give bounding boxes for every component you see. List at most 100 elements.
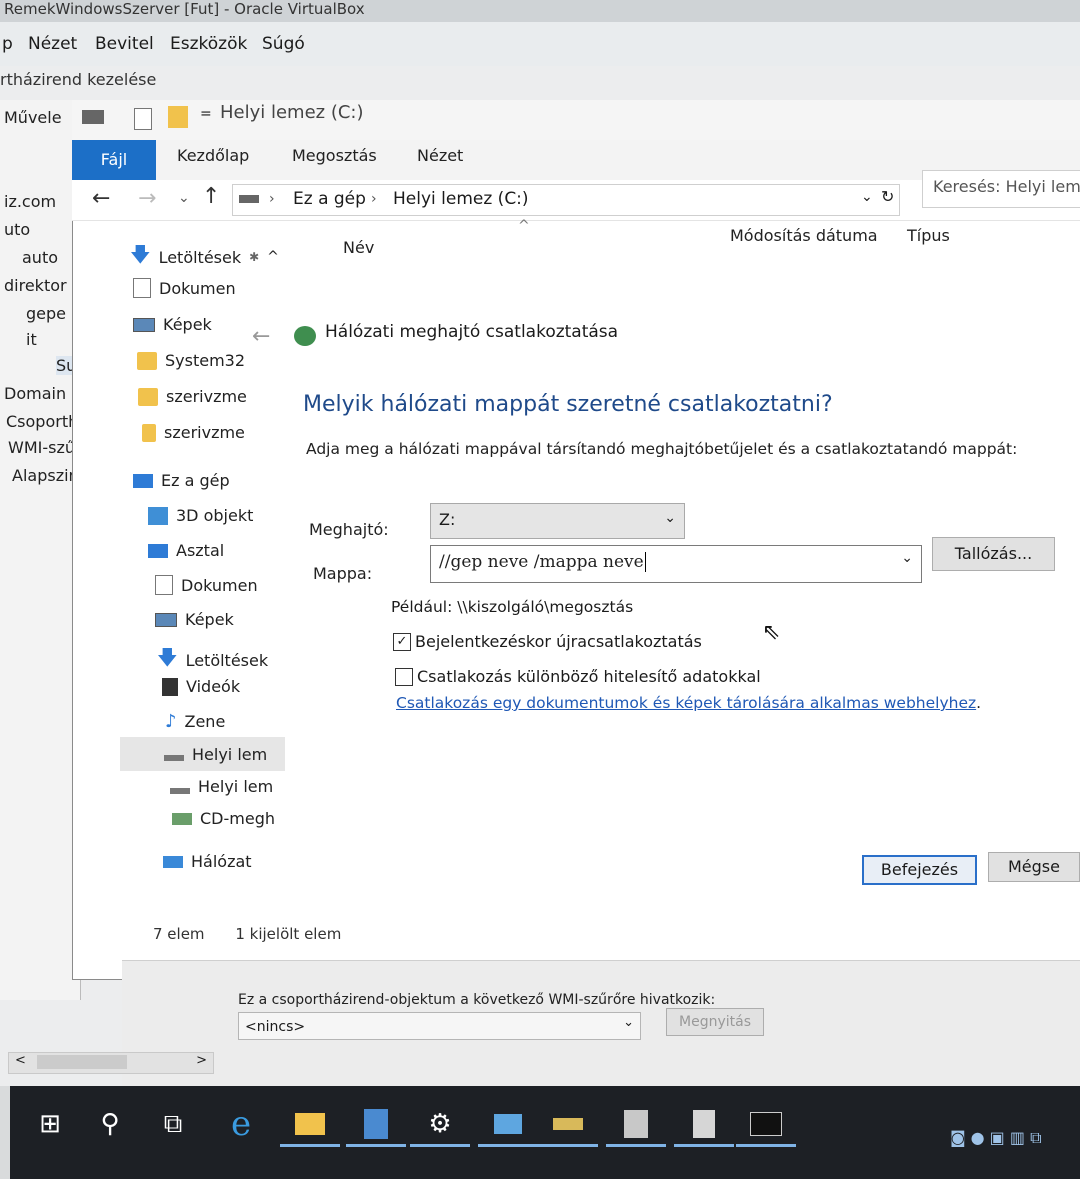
menu-input[interactable]: Bevitel [95,34,154,54]
nav-this-pc[interactable]: Ez a gép [133,471,230,490]
new-folder-icon[interactable] [168,106,188,128]
column-name[interactable]: Név [343,238,374,257]
nav-downloads[interactable]: 🡇 Letöltések ✱ ^ [130,240,279,274]
menu-help[interactable]: Súgó [262,34,305,54]
desktop-icon [148,543,168,558]
column-date[interactable]: Módosítás dátuma [730,226,878,245]
finish-button[interactable]: Befejezés [862,855,977,885]
nav-videos[interactable]: Videók [162,677,240,696]
different-credentials-checkbox[interactable] [395,667,413,686]
nav-local-disk-c-selected[interactable]: Helyi lem [120,737,286,771]
nav-szerivzme[interactable]: szerivzme [142,423,245,442]
internet-explorer-icon[interactable]: e [223,1104,259,1144]
reconnect-option[interactable]: ✓ Bejelentkezéskor újracsatlakoztatás [393,632,702,651]
menu-file[interactable]: p [2,34,13,54]
tab-home[interactable]: Kezdőlap [177,146,249,165]
nav-cd-drive[interactable]: CD-megh [172,809,275,828]
website-link-row: Csatlakozás egy dokumentumok és képek tá… [396,694,982,712]
nav-desktop[interactable]: Asztal [148,541,224,560]
open-button[interactable]: Megnyitás [666,1008,764,1036]
nav-documents[interactable]: Dokumen [133,278,236,298]
server-manager-icon[interactable] [358,1106,394,1142]
search-icon[interactable]: ⚲ [92,1106,128,1142]
nav-szerivzme[interactable]: szerivzme [138,387,247,406]
browse-button[interactable]: Tallózás... [932,537,1055,571]
column-type[interactable]: Típus [907,226,950,245]
recent-dropdown-icon[interactable]: ⌄ [178,190,190,206]
folder-value: //gep neve /mappa neve [439,552,644,572]
menu-devices[interactable]: Eszközök [170,34,247,54]
control-panel-icon[interactable] [490,1106,526,1142]
qat-dropdown-icon[interactable]: = [200,106,212,122]
active-app-indicator [410,1144,470,1147]
nav-system32[interactable]: System32 [137,351,245,370]
computer-icon [133,473,153,488]
horizontal-scrollbar[interactable]: < > [8,1052,214,1074]
nav-network[interactable]: Hálózat [163,852,252,871]
gpme-title: rtházirend kezelése [0,70,157,89]
tree-item[interactable]: Domain [4,384,66,403]
tree-item[interactable]: iz.com [4,192,56,211]
cancel-button[interactable]: Mégse [988,852,1080,882]
tree-item[interactable]: WMI-szű [8,438,75,457]
tab-view[interactable]: Nézet [417,146,463,165]
back-arrow-icon[interactable]: ← [92,186,110,211]
chevron-down-icon: ⌄ [664,510,676,526]
file-explorer-icon[interactable] [292,1106,328,1142]
virtualbox-title: RemekWindowsSzerver [Fut] - Oracle Virtu… [0,0,1080,22]
search-input[interactable]: Keresés: Helyi lem [922,170,1080,208]
refresh-icon[interactable]: ↻ [881,187,894,206]
vm-status-tray-icons[interactable]: ◙ ● ▣ ▥ ⧉ [950,1128,1042,1148]
scroll-right-icon[interactable]: > [196,1053,207,1068]
tab-share[interactable]: Megosztás [292,146,377,165]
menu-view[interactable]: Nézet [28,34,77,54]
document-app-icon[interactable] [686,1106,722,1142]
dialog-instruction: Adja meg a hálózati mappával társítandó … [306,440,1018,458]
breadcrumb-drive[interactable]: Helyi lemez (C:) [393,189,529,209]
folder-input[interactable]: //gep neve /mappa neve ⌄ [430,545,922,583]
tree-item[interactable]: it [26,330,37,349]
network-icon [163,855,183,868]
command-prompt-icon[interactable] [748,1106,784,1142]
tree-item[interactable]: Csoporth [6,412,78,431]
up-arrow-icon[interactable]: ↑ [202,184,220,209]
address-dropdown-icon[interactable]: ⌄ [861,189,873,205]
nav-documents[interactable]: Dokumen [155,575,258,595]
collapse-icon[interactable]: ^ [267,249,279,265]
wmi-filter-select[interactable]: <nincs> ⌄ [238,1012,641,1040]
nav-music[interactable]: ♪ Zene [165,711,225,732]
pin-icon[interactable]: ✱ [249,250,259,264]
nav-local-disk[interactable]: Helyi lem [170,777,273,796]
different-credentials-option[interactable]: Csatlakozás különböző hitelesítő adatokk… [395,667,761,686]
tree-item[interactable]: gepe [26,304,66,323]
breadcrumb-pc[interactable]: Ez a gép [293,189,366,209]
scroll-thumb[interactable] [37,1055,127,1069]
chevron-down-icon[interactable]: ⌄ [901,550,913,566]
breadcrumb-separator-icon: › [269,191,275,207]
properties-icon[interactable] [134,108,152,130]
nav-pictures[interactable]: Képek [133,315,212,334]
website-link[interactable]: Csatlakozás egy dokumentumok és képek tá… [396,694,976,712]
forward-arrow-icon[interactable]: → [138,186,156,211]
scroll-left-icon[interactable]: < [15,1053,26,1068]
nav-3d-objects[interactable]: 3D objekt [148,506,253,525]
drive-value: Z: [439,510,456,529]
nav-downloads[interactable]: 🡇 Letöltések [157,643,268,677]
pictures-icon [155,612,177,627]
disk-management-icon[interactable] [550,1106,586,1142]
drive-select[interactable]: Z: ⌄ [430,503,685,539]
task-view-icon[interactable]: ⧉ [155,1106,191,1142]
tree-item[interactable]: uto [4,220,30,239]
gpme-action-menu[interactable]: Művele [4,108,62,127]
tree-item[interactable]: direktor [4,276,67,295]
settings-gear-icon[interactable]: ⚙ [422,1106,458,1142]
start-windows-icon[interactable]: ⊞ [32,1106,68,1142]
nav-pictures[interactable]: Képek [155,610,234,629]
group-policy-icon[interactable] [618,1106,654,1142]
tab-file[interactable]: Fájl [72,140,156,180]
active-app-indicator [538,1144,598,1147]
dialog-back-arrow-icon[interactable]: ← [252,324,270,349]
address-bar[interactable]: › Ez a gép › Helyi lemez (C:) ⌄ ↻ [232,184,900,216]
tree-item[interactable]: auto [22,248,58,267]
reconnect-checkbox[interactable]: ✓ [393,632,411,651]
